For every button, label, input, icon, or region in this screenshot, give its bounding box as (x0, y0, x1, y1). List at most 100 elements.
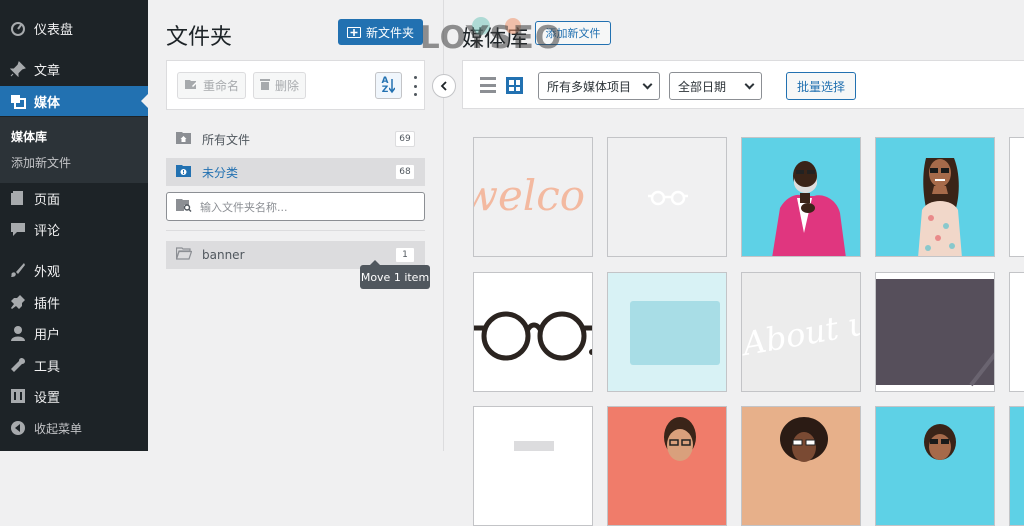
sidebar-collapse-menu[interactable]: 收起菜单 (0, 413, 148, 443)
thumbnail-image (742, 407, 860, 525)
page-icon (10, 190, 26, 206)
submenu-item-library[interactable]: 媒体库 (11, 128, 47, 145)
media-thumbnail[interactable] (741, 406, 861, 526)
admin-sidebar: 仪表盘 文章 媒体 媒体库 添加新文件 页面 评论 外观 插件 用户 工具 设置… (0, 0, 148, 451)
sort-az-button[interactable]: A Z (375, 72, 402, 99)
sidebar-item-label: 收起菜单 (34, 421, 83, 436)
settings-icon (10, 388, 26, 404)
sort-az-icon: A Z (381, 76, 389, 95)
sidebar-item-label: 用户 (34, 327, 61, 343)
sort-arrow-icon (389, 78, 396, 93)
rename-label: 重命名 (203, 79, 240, 93)
chevron-left-icon (440, 81, 447, 91)
sidebar-item-users[interactable]: 用户 (0, 318, 148, 348)
folder-divider (166, 230, 425, 231)
submenu-item-add-new[interactable]: 添加新文件 (11, 154, 71, 171)
list-view-icon[interactable] (480, 77, 496, 93)
folder-count: 1 (395, 247, 415, 263)
media-thumbnail[interactable] (875, 272, 995, 392)
thumbnail-image (474, 407, 592, 525)
sidebar-item-appearance[interactable]: 外观 (0, 255, 148, 285)
media-thumbnail[interactable] (607, 137, 727, 257)
sidebar-item-plugins[interactable]: 插件 (0, 287, 148, 317)
media-type-value: 所有多媒体项目 (547, 79, 632, 94)
thumbnail-image (876, 138, 994, 256)
delete-button[interactable]: 删除 (253, 72, 307, 99)
media-thumbnail[interactable] (875, 406, 995, 526)
new-folder-button[interactable]: 新文件夹 (338, 19, 423, 45)
folder-count: 69 (395, 131, 415, 147)
folder-label: 未分类 (202, 165, 239, 180)
wrench-icon (10, 357, 26, 373)
folder-item-all-files[interactable]: 所有文件 69 (166, 125, 425, 153)
folder-item-uncategorized[interactable]: 未分类 68 (166, 158, 425, 186)
svg-text:welco: welco (474, 171, 585, 220)
trash-icon (260, 78, 270, 93)
glasses-thumbnail (474, 273, 592, 391)
media-thumbnail[interactable]: About u (741, 272, 861, 392)
media-thumbnail[interactable] (1009, 137, 1024, 257)
sidebar-item-dashboard[interactable]: 仪表盘 (0, 13, 148, 43)
folder-name-placeholder: 输入文件夹名称... (200, 200, 288, 214)
brush-icon (10, 262, 26, 278)
sidebar-item-label: 文章 (34, 63, 61, 79)
sidebar-item-label: 仪表盘 (34, 22, 74, 38)
thumbnail-image: About u (742, 273, 860, 391)
media-thumbnail[interactable] (875, 137, 995, 257)
folder-search-icon (176, 198, 192, 215)
media-filter-bar: 所有多媒体项目 全部日期 批量选择 (462, 60, 1024, 109)
folder-label: 所有文件 (202, 132, 251, 147)
sidebar-item-tools[interactable]: 工具 (0, 350, 148, 380)
folder-panel-title: 文件夹 (166, 25, 233, 50)
media-thumbnail[interactable] (473, 406, 593, 526)
media-icon (10, 93, 26, 109)
media-thumbnail[interactable] (607, 406, 727, 526)
thumbnail-image: welco (474, 138, 592, 256)
home-folder-icon (176, 131, 192, 147)
media-submenu: 媒体库 添加新文件 (0, 117, 148, 183)
folder-toolbar: 重命名 删除 A Z (166, 60, 425, 110)
thumbnail-image (608, 407, 726, 525)
media-thumbnail[interactable] (741, 137, 861, 257)
media-thumbnail[interactable] (473, 272, 593, 392)
glasses-icon (608, 138, 726, 256)
collapse-panel-button[interactable] (432, 74, 456, 98)
folder-open-icon (175, 247, 193, 263)
thumbnail-image (608, 273, 726, 391)
grid-view-icon[interactable] (506, 77, 523, 94)
folder-name-input[interactable]: 输入文件夹名称... (166, 192, 425, 221)
rename-button[interactable]: 重命名 (177, 72, 247, 99)
media-thumbnail[interactable] (607, 272, 727, 392)
sort-label-z: Z (381, 84, 389, 95)
sidebar-item-label: 设置 (34, 390, 61, 406)
sidebar-item-label: 插件 (34, 296, 61, 312)
date-filter-value: 全部日期 (678, 79, 727, 94)
media-thumbnail[interactable]: welco (473, 137, 593, 257)
sidebar-item-settings[interactable]: 设置 (0, 381, 148, 411)
delete-label: 删除 (275, 79, 300, 93)
drag-tooltip: Move 1 item (360, 260, 430, 289)
plugin-icon (10, 294, 26, 310)
sidebar-item-media[interactable]: 媒体 (0, 86, 148, 116)
chevron-down-icon (642, 79, 653, 90)
more-options-icon[interactable] (413, 76, 417, 96)
date-filter-select[interactable]: 全部日期 (669, 72, 762, 100)
new-folder-label: 新文件夹 (365, 25, 414, 40)
folder-panel: 文件夹 新文件夹 重命名 删除 A Z 所有文件 69 未分类 68 输入文件夹… (148, 0, 444, 451)
sidebar-item-comments[interactable]: 评论 (0, 214, 148, 244)
thumbnail-image (742, 138, 860, 256)
bulk-select-button[interactable]: 批量选择 (786, 72, 856, 100)
sidebar-item-posts[interactable]: 文章 (0, 54, 148, 84)
folder-label: banner (202, 248, 245, 262)
media-thumbnail[interactable] (1009, 406, 1024, 526)
watermark-logo: LOYSEO (420, 20, 563, 56)
uncategorized-folder-icon (176, 164, 192, 180)
dashboard-icon (10, 20, 26, 36)
sidebar-item-pages[interactable]: 页面 (0, 183, 148, 213)
collapse-icon (10, 420, 26, 436)
folder-count: 68 (395, 164, 415, 180)
sidebar-item-label: 媒体 (34, 95, 61, 111)
media-type-select[interactable]: 所有多媒体项目 (538, 72, 660, 100)
media-thumbnail[interactable] (1009, 272, 1024, 392)
comment-icon (10, 221, 26, 237)
